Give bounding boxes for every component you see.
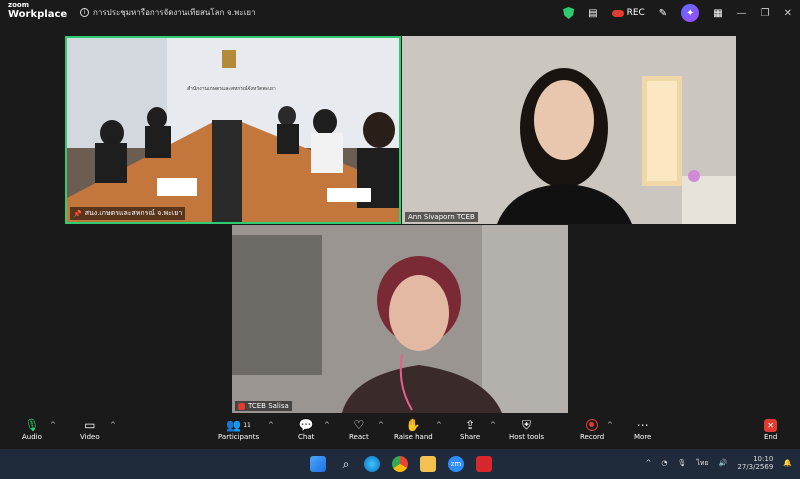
video-camera-icon: ▭ — [84, 418, 96, 432]
participants-options-chevron-icon[interactable]: ^ — [268, 421, 274, 429]
record-icon — [586, 417, 599, 433]
ai-companion-icon[interactable]: ✦ — [681, 4, 700, 22]
participants-count: 11 — [243, 421, 251, 429]
microphone-icon: 🎙 — [24, 418, 40, 432]
host-tools-label: Host tools — [509, 433, 545, 441]
zoom-logo: zoom Workplace — [8, 2, 67, 20]
speaker-volume-icon[interactable]: 🔊 — [719, 459, 728, 467]
tray-expand-chevron-icon[interactable]: ^ — [646, 459, 652, 467]
end-call-icon: ✕ — [764, 417, 778, 433]
meeting-room-scene: สำนักงานเกษตรและสหกรณ์จังหวัดพะเยา — [67, 38, 399, 222]
react-button[interactable]: ♡ React — [349, 417, 369, 441]
meeting-info[interactable]: i การประชุมหารือการจัดงานเทียสนโลก จ.พะเ… — [80, 6, 256, 19]
participant-name: สนง.เกษตรและสหกรณ์ จ.พะเยา — [84, 209, 183, 217]
brand-bottom: Workplace — [8, 9, 68, 20]
zoom-app-icon[interactable]: zm — [448, 456, 464, 472]
meeting-title: การประชุมหารือการจัดงานเทียสนโลก จ.พะเยา — [93, 8, 256, 17]
recording-indicator[interactable]: REC — [611, 8, 645, 18]
participant-name-tag: Ann Sivaporn TCEB — [405, 212, 478, 222]
participant-name-tag: 📌 สนง.เกษตรและสหกรณ์ จ.พะเยา — [70, 207, 186, 220]
edge-browser-icon[interactable] — [364, 456, 380, 472]
audio-options-chevron-icon[interactable]: ^ — [50, 421, 56, 429]
audio-button[interactable]: 🎙 Audio — [22, 417, 42, 441]
clock-date: 27/3/2569 — [737, 463, 774, 472]
zoom-window: zoom Workplace i การประชุมหารือการจัดงาน… — [0, 0, 800, 479]
input-language[interactable]: ไทย — [696, 458, 708, 469]
file-explorer-icon[interactable] — [420, 456, 436, 472]
chat-button[interactable]: 💬 Chat — [298, 417, 314, 441]
share-button[interactable]: ⇪ Share — [460, 417, 480, 441]
share-label: Share — [460, 433, 481, 441]
clock[interactable]: 10:10 27/3/2569 — [737, 455, 773, 472]
whiteboard-icon[interactable]: ▤ — [588, 8, 597, 19]
end-button[interactable]: ✕ End — [764, 417, 777, 441]
cloud-record-icon — [611, 9, 624, 17]
annotate-pen-icon[interactable]: ✎ — [659, 8, 667, 19]
participant-name: TCEB Salisa — [248, 402, 289, 410]
info-icon[interactable]: i — [80, 8, 89, 17]
more-label: More — [634, 433, 652, 441]
windows-taskbar: ⌕ zm ^ ◔ 🎙 ไทย 🔊 10:10 27/3/2569 🔔 — [0, 449, 800, 479]
participants-label: Participants — [218, 433, 260, 441]
participants-button[interactable]: 👥 11 Participants — [218, 417, 259, 441]
video-tile-salisa[interactable]: TCEB Salisa — [232, 225, 568, 413]
participant-video-salisa — [232, 225, 568, 413]
host-shield-icon: ⛨ — [522, 417, 532, 432]
video-tile-ann[interactable]: Ann Sivaporn TCEB — [402, 36, 736, 224]
view-grid-icon[interactable]: ▦ — [713, 8, 722, 19]
participant-name: Ann Sivaporn TCEB — [408, 213, 475, 221]
search-icon[interactable]: ⌕ — [338, 456, 354, 472]
more-ellipsis-icon: ⋯ — [636, 418, 649, 432]
brand-top: zoom — [8, 1, 29, 9]
rec-label: REC — [626, 8, 645, 18]
restore-icon[interactable]: ❐ — [761, 8, 770, 19]
notifications-bell-icon[interactable]: 🔔 — [783, 459, 792, 467]
encryption-shield-icon[interactable] — [563, 7, 575, 19]
video-label: Video — [80, 433, 100, 441]
chat-options-chevron-icon[interactable]: ^ — [324, 421, 330, 429]
heart-icon: ♡ — [353, 418, 365, 432]
chat-label: Chat — [298, 433, 315, 441]
chat-icon: 💬 — [298, 418, 314, 432]
raise-hand-label: Raise hand — [394, 433, 433, 441]
meeting-toolbar: 🎙 Audio ^ ▭ Video ^ 👥 11 Participants ^ 💬… — [0, 413, 800, 449]
mic-muted-icon — [238, 402, 245, 410]
system-tray: ^ ◔ 🎙 ไทย 🔊 10:10 27/3/2569 🔔 — [646, 455, 792, 472]
network-status-icon[interactable]: ◔ — [661, 459, 667, 467]
record-options-chevron-icon[interactable]: ^ — [607, 421, 613, 429]
hand-icon: ✋ — [405, 418, 421, 432]
audio-label: Audio — [22, 433, 42, 441]
pdf-reader-icon[interactable] — [476, 456, 492, 472]
react-options-chevron-icon[interactable]: ^ — [378, 421, 384, 429]
raise-hand-options-chevron-icon[interactable]: ^ — [436, 421, 442, 429]
clock-time: 10:10 — [753, 455, 774, 463]
video-button[interactable]: ▭ Video — [80, 417, 100, 441]
participants-icon: 👥 11 — [226, 418, 251, 432]
more-button[interactable]: ⋯ More — [634, 417, 651, 441]
participant-video-ann — [402, 36, 736, 224]
share-options-chevron-icon[interactable]: ^ — [490, 421, 496, 429]
record-label: Record — [580, 433, 605, 441]
minimize-icon[interactable]: — — [737, 8, 747, 19]
react-label: React — [349, 433, 369, 441]
video-options-chevron-icon[interactable]: ^ — [110, 421, 116, 429]
windows-start-icon[interactable] — [310, 456, 326, 472]
microphone-tray-icon[interactable]: 🎙 — [678, 459, 687, 467]
share-screen-icon: ⇪ — [465, 418, 476, 432]
close-icon[interactable]: ✕ — [784, 8, 792, 19]
room-sign: สำนักงานเกษตรและสหกรณ์จังหวัดพะเยา — [187, 85, 276, 92]
title-bar: zoom Workplace i การประชุมหารือการจัดงาน… — [0, 0, 800, 26]
pin-icon: 📌 — [73, 209, 82, 218]
chrome-browser-icon[interactable] — [392, 456, 408, 472]
record-button[interactable]: Record — [580, 417, 604, 441]
video-tile-meeting-room[interactable]: สำนักงานเกษตรและสหกรณ์จังหวัดพะเยา 📌 สนง… — [65, 36, 401, 224]
participant-name-tag: TCEB Salisa — [235, 401, 292, 411]
raise-hand-button[interactable]: ✋ Raise hand — [394, 417, 433, 441]
end-label: End — [764, 433, 778, 441]
host-tools-button[interactable]: ⛨ Host tools — [509, 417, 545, 442]
